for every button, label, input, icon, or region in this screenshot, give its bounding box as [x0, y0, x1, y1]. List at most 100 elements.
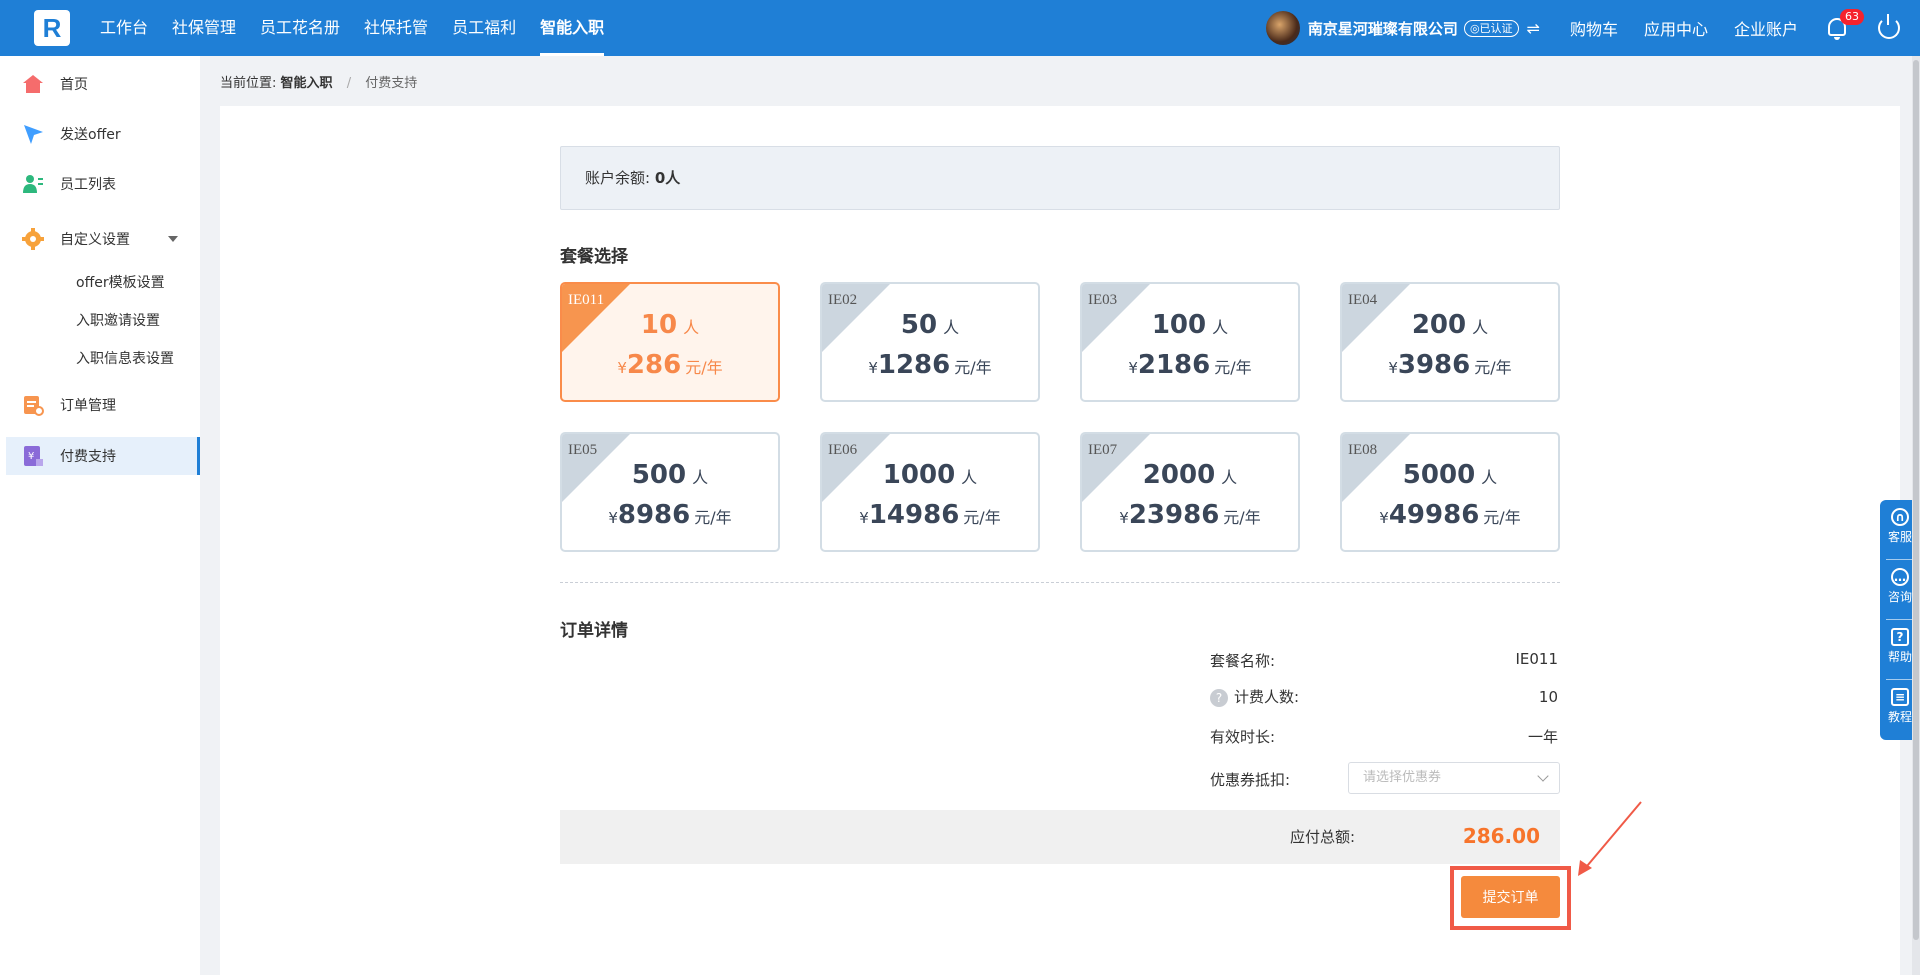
package-price: ¥23986 元/年 [1082, 500, 1298, 530]
people-unit: 人 [943, 318, 960, 337]
people-unit: 人 [683, 318, 700, 337]
scrollbar-thumb[interactable] [1913, 60, 1919, 940]
sidebar-sub-info-form-settings[interactable]: 入职信息表设置 [76, 348, 174, 368]
package-card-ie04[interactable]: IE04 200 人 ¥3986 元/年 [1340, 282, 1560, 402]
nav-employee-benefits[interactable]: 员工福利 [440, 0, 528, 56]
price-unit: 元/年 [963, 508, 1001, 527]
balance-label: 账户余额: [585, 169, 651, 187]
package-price: ¥49986 元/年 [1342, 500, 1558, 530]
people-count: 1000 [882, 460, 956, 490]
people-count: 200 [1411, 310, 1467, 340]
nav-employee-roster[interactable]: 员工花名册 [248, 0, 352, 56]
package-card-ie03[interactable]: IE03 100 人 ¥2186 元/年 [1080, 282, 1300, 402]
section-divider [560, 582, 1560, 583]
people-count: 50 [900, 310, 938, 340]
sidebar-sub-offer-template[interactable]: offer模板设置 [76, 272, 165, 292]
people-unit: 人 [1221, 468, 1238, 487]
pointer-arrow-icon [1578, 801, 1642, 876]
people-count: 5000 [1402, 460, 1476, 490]
package-price: ¥1286 元/年 [822, 350, 1038, 380]
certified-badge: ◎已认证 [1463, 19, 1519, 37]
package-code: IE011 [568, 292, 605, 308]
svg-text:¥: ¥ [28, 451, 34, 462]
breadcrumb: 当前位置: 智能入职 / 付费支持 [220, 72, 417, 91]
sidebar-item-label: 发送offer [60, 127, 121, 143]
sidebar-item-label: 付费支持 [60, 449, 116, 465]
headset-icon: ∩ [1891, 508, 1909, 526]
yen-symbol: ¥ [1119, 509, 1129, 527]
people-unit: 人 [1212, 318, 1229, 337]
top-right-area: 南京星河璀璨有限公司 ◎已认证 ⇌ 购物车 应用中心 企业账户 63 [1265, 0, 1920, 56]
price-unit: 元/年 [954, 358, 992, 377]
coupon-select[interactable]: 请选择优惠券 [1348, 762, 1560, 794]
bell-icon[interactable]: 63 [1824, 9, 1864, 41]
price-value: 8986 [617, 500, 691, 530]
duration-value: 一年 [1527, 728, 1558, 746]
package-price: ¥2186 元/年 [1082, 350, 1298, 380]
package-people: 200 人 [1342, 310, 1558, 340]
avatar[interactable] [1265, 11, 1300, 45]
gear-icon [22, 228, 44, 250]
users-icon [22, 173, 44, 195]
sidebar-item-label: 自定义设置 [60, 232, 130, 248]
nav-social-insurance[interactable]: 社保管理 [160, 0, 248, 56]
question-icon: ? [1891, 628, 1909, 646]
price-value: 286 [626, 350, 682, 380]
price-value: 23986 [1128, 500, 1220, 530]
price-value: 14986 [868, 500, 960, 530]
package-people: 2000 人 [1082, 460, 1298, 490]
company-name[interactable]: 南京星河璀璨有限公司 [1308, 18, 1458, 39]
sidebar-sub-invite-settings[interactable]: 入职邀请设置 [76, 310, 160, 330]
sidebar-item-order-management[interactable]: 订单管理 [6, 386, 200, 424]
sidebar-item-custom-settings[interactable]: 自定义设置 [6, 220, 200, 258]
breadcrumb-current: 付费支持 [365, 76, 418, 91]
package-price: ¥14986 元/年 [822, 500, 1038, 530]
price-unit: 元/年 [694, 508, 732, 527]
package-card-ie05[interactable]: IE05 500 人 ¥8986 元/年 [560, 432, 780, 552]
total-bar: 应付总额: 286.00 [560, 810, 1560, 864]
nav-workbench[interactable]: 工作台 [88, 0, 160, 56]
help-icon[interactable]: ? [1210, 688, 1228, 707]
switch-company-icon[interactable]: ⇌ [1527, 19, 1540, 38]
package-people: 50 人 [822, 310, 1038, 340]
package-people: 10 人 [562, 310, 778, 340]
cart-link[interactable]: 购物车 [1570, 16, 1618, 40]
package-code: IE08 [1348, 442, 1378, 458]
sidebar-item-send-offer[interactable]: 发送offer [6, 115, 200, 153]
power-icon[interactable] [1878, 14, 1900, 39]
sidebar-item-label: 订单管理 [60, 398, 116, 414]
package-card-ie011[interactable]: IE011 10 人 ¥286 元/年 [560, 282, 780, 402]
duration-label: 有效时长: [1210, 728, 1276, 746]
sidebar-item-label: 首页 [60, 77, 88, 93]
package-code: IE06 [828, 442, 858, 458]
app-logo[interactable]: R [34, 10, 70, 46]
package-code: IE07 [1088, 442, 1118, 458]
package-card-ie08[interactable]: IE08 5000 人 ¥49986 元/年 [1340, 432, 1560, 552]
price-value: 1286 [877, 350, 951, 380]
breadcrumb-parent[interactable]: 智能入职 [281, 76, 333, 91]
submit-order-button[interactable]: 提交订单 [1461, 876, 1560, 918]
package-card-ie06[interactable]: IE06 1000 人 ¥14986 元/年 [820, 432, 1040, 552]
nav-smart-onboarding[interactable]: 智能入职 [528, 0, 616, 56]
price-value: 3986 [1397, 350, 1471, 380]
package-code: IE05 [568, 442, 598, 458]
sidebar-item-home[interactable]: 首页 [6, 65, 200, 103]
people-unit: 人 [961, 468, 978, 487]
sidebar-item-payment-support[interactable]: ¥ 付费支持 [6, 437, 200, 475]
price-unit: 元/年 [1483, 508, 1521, 527]
enterprise-account-link[interactable]: 企业账户 [1734, 16, 1798, 40]
sidebar-item-employee-list[interactable]: 员工列表 [6, 165, 200, 203]
nav-insurance-hosting[interactable]: 社保托管 [352, 0, 440, 56]
main-nav: 工作台 社保管理 员工花名册 社保托管 员工福利 智能入职 [88, 0, 616, 56]
app-center-link[interactable]: 应用中心 [1644, 16, 1708, 40]
package-card-ie07[interactable]: IE07 2000 人 ¥23986 元/年 [1080, 432, 1300, 552]
package-code: IE04 [1348, 292, 1378, 308]
package-card-ie02[interactable]: IE02 50 人 ¥1286 元/年 [820, 282, 1040, 402]
breadcrumb-separator: / [346, 76, 352, 91]
package-name-label: 套餐名称: [1210, 652, 1276, 670]
price-value: 2186 [1137, 350, 1211, 380]
coupon-label: 优惠券抵扣: [1210, 771, 1291, 789]
account-balance: 账户余额: 0人 [560, 146, 1560, 210]
top-navigation-bar: R 工作台 社保管理 员工花名册 社保托管 员工福利 智能入职 南京星河璀璨有限… [0, 0, 1920, 56]
billing-count-label-row: ? 计费人数: [1210, 686, 1299, 707]
